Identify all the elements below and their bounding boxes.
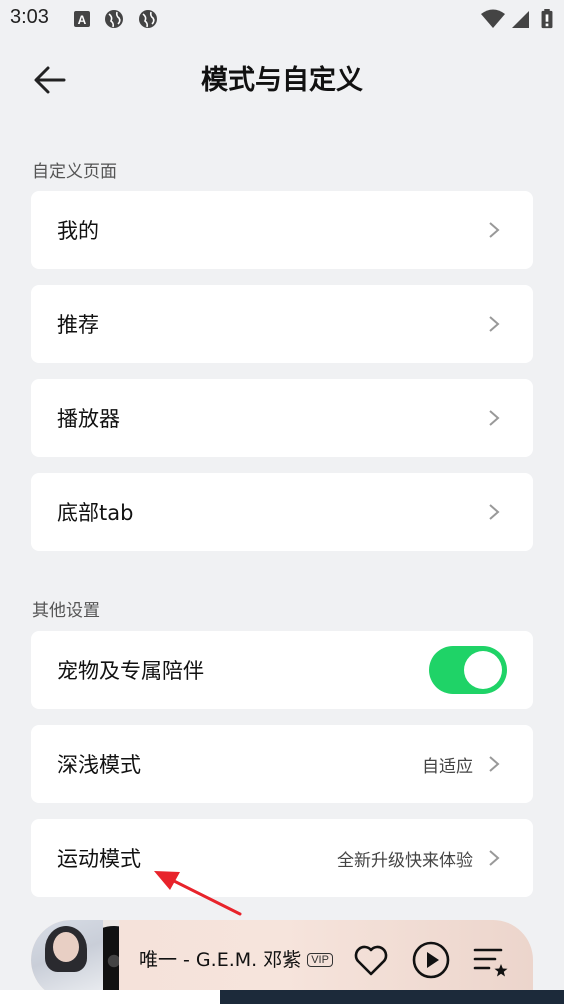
globe-icon — [105, 10, 123, 28]
section-label-custom-pages: 自定义页面 — [32, 162, 117, 182]
setting-item-player[interactable]: 播放器 — [31, 379, 533, 457]
vip-badge: VIP — [307, 953, 333, 967]
album-cover — [31, 920, 103, 1000]
setting-item-label: 推荐 — [57, 313, 99, 337]
system-taskbar — [0, 990, 564, 1004]
svg-text:A: A — [78, 13, 87, 27]
heart-icon[interactable] — [351, 940, 391, 980]
signal-icon — [512, 11, 529, 28]
section-label-other-settings: 其他设置 — [32, 601, 100, 621]
page-title: 模式与自定义 — [201, 65, 363, 96]
annotation-arrow-icon — [154, 871, 242, 916]
chevron-right-icon — [489, 756, 500, 772]
chevron-right-icon — [489, 222, 500, 238]
setting-item-label: 宠物及专属陪伴 — [57, 659, 204, 683]
setting-item-label: 我的 — [57, 219, 99, 243]
chevron-right-icon — [489, 410, 500, 426]
setting-item-label: 深浅模式 — [57, 753, 141, 777]
setting-item-bottom-tab[interactable]: 底部tab — [31, 473, 533, 551]
battery-icon — [541, 9, 553, 29]
setting-item-mine[interactable]: 我的 — [31, 191, 533, 269]
setting-item-pet-companion: 宠物及专属陪伴 — [31, 631, 533, 709]
mini-player[interactable]: 唯一 - G.E.M. 邓紫 VIP — [31, 920, 533, 1000]
setting-item-label: 播放器 — [57, 407, 120, 431]
setting-item-theme-mode[interactable]: 深浅模式 自适应 — [31, 725, 533, 803]
album-art[interactable] — [31, 920, 119, 1000]
globe-icon — [139, 10, 157, 28]
chevron-right-icon — [489, 316, 500, 332]
setting-item-label: 底部tab — [57, 501, 134, 525]
song-title: 唯一 - G.E.M. 邓紫 — [139, 949, 302, 971]
chevron-right-icon — [489, 504, 500, 520]
wifi-icon — [481, 9, 505, 28]
toggle-knob — [464, 651, 502, 689]
chevron-right-icon — [489, 850, 500, 866]
status-bar: 3:03 A — [0, 0, 564, 40]
setting-item-value: 自适应 — [422, 757, 473, 777]
play-icon[interactable] — [411, 940, 451, 980]
status-time: 3:03 — [10, 6, 49, 28]
setting-item-label: 运动模式 — [57, 847, 141, 871]
now-playing-title: 唯一 - G.E.M. 邓紫 VIP — [139, 945, 333, 972]
keyboard-a-icon: A — [74, 11, 90, 27]
setting-item-sport-mode[interactable]: 运动模式 全新升级快来体验 — [31, 819, 533, 897]
setting-item-value: 全新升级快来体验 — [337, 851, 473, 871]
pet-companion-toggle[interactable] — [429, 646, 507, 694]
playlist-icon[interactable] — [471, 940, 511, 980]
setting-item-recommend[interactable]: 推荐 — [31, 285, 533, 363]
